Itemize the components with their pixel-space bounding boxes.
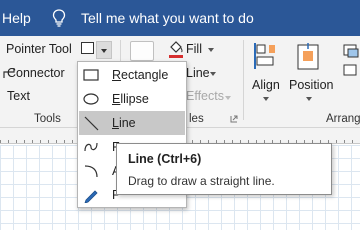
quick-styles-gallery[interactable]: [130, 41, 154, 61]
position-icon[interactable]: [296, 43, 320, 75]
group-separator: [243, 40, 244, 120]
shape-tool-dropdown-button[interactable]: [96, 41, 112, 59]
shape-tool-rectangle-icon[interactable]: [81, 42, 94, 54]
line-icon: [84, 116, 99, 131]
position-button[interactable]: Position: [289, 78, 333, 92]
rectangle-icon: [83, 69, 99, 81]
line-button[interactable]: Line: [186, 66, 210, 80]
line-tooltip: Line (Ctrl+6) Drag to draw a straight li…: [116, 143, 332, 195]
align-icon[interactable]: [254, 43, 280, 75]
freeform-icon: [84, 142, 98, 152]
pointer-tool-button[interactable]: Pointer Tool: [6, 42, 72, 56]
shape-styles-group-label: les: [189, 113, 204, 125]
menu-item-label: Line: [112, 116, 136, 130]
menu-item-label: Rectangle: [112, 68, 169, 82]
tooltip-title: Line (Ctrl+6): [128, 152, 202, 166]
dialog-launcher-icon[interactable]: [230, 115, 238, 123]
paint-bucket-icon[interactable]: [168, 39, 184, 59]
position-dropdown-caret-icon[interactable]: [306, 97, 312, 101]
menu-item-line[interactable]: Line: [79, 111, 185, 135]
bring-forward-icon[interactable]: [340, 43, 360, 83]
align-button[interactable]: Align: [252, 78, 280, 92]
lightbulb-icon: [52, 9, 66, 27]
menu-item-rectangle[interactable]: Rectangle: [79, 63, 185, 87]
tools-group-label: Tools: [34, 113, 61, 125]
effects-dropdown-caret-icon[interactable]: [225, 96, 231, 100]
arrange-group-label: Arrang: [326, 113, 360, 125]
arc-icon: [84, 165, 98, 178]
connector-button[interactable]: Connector: [7, 66, 65, 80]
tell-me-search[interactable]: Tell me what you want to do: [81, 10, 254, 26]
pencil-icon: [84, 190, 98, 203]
help-tab[interactable]: Help: [2, 10, 31, 26]
line-dropdown-caret-icon[interactable]: [210, 72, 216, 76]
menu-item-ellipse[interactable]: Ellipse: [79, 87, 185, 111]
text-tool-button[interactable]: Text: [7, 89, 30, 103]
fill-dropdown-caret-icon[interactable]: [208, 48, 214, 52]
title-bar: Help Tell me what you want to do: [0, 0, 360, 36]
effects-button[interactable]: Effects: [186, 89, 224, 103]
align-dropdown-caret-icon[interactable]: [263, 97, 269, 101]
tooltip-description: Drag to draw a straight line.: [128, 174, 275, 188]
fill-button[interactable]: Fill: [186, 42, 202, 56]
menu-item-label: Ellipse: [112, 92, 149, 106]
ellipse-icon: [83, 93, 99, 105]
